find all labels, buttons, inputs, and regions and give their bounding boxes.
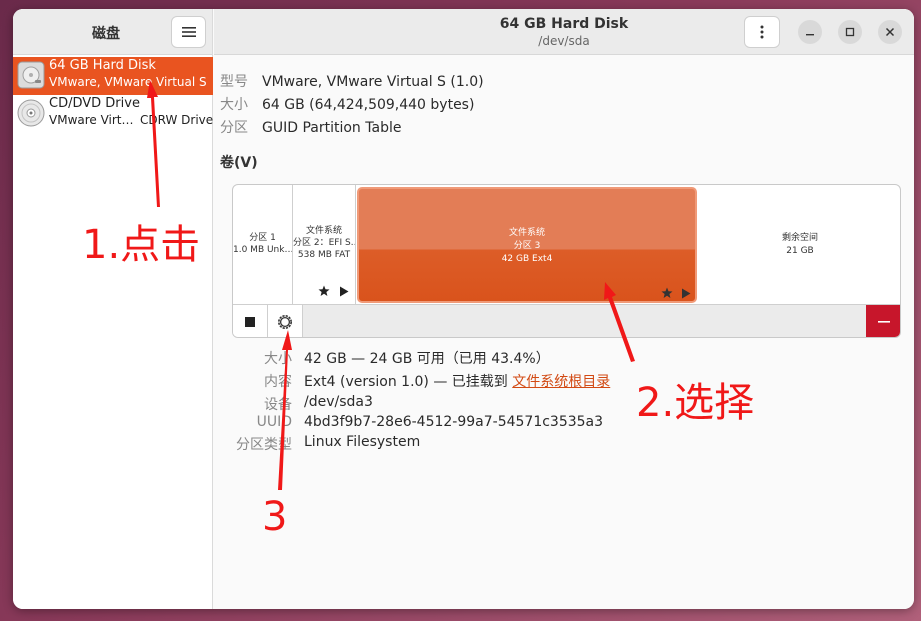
sidebar-header: 磁盘 xyxy=(13,9,212,55)
detail-size-label: 大小 xyxy=(264,351,292,367)
free-space[interactable]: 剩余空间 21 GB xyxy=(698,185,900,304)
gear-icon xyxy=(278,315,292,329)
partition-1[interactable]: 分区 1 1.0 MB Unk… xyxy=(233,185,293,304)
annotation-step-3: 3 xyxy=(262,494,288,540)
hard-disk-icon xyxy=(17,61,45,89)
minimize-button[interactable] xyxy=(798,20,822,44)
volumes-map: 分区 1 1.0 MB Unk… 文件系统 分区 2：EFI S… 538 MB… xyxy=(232,184,901,338)
detail-partition-type-value: Linux Filesystem xyxy=(304,434,421,450)
partition-size: 538 MB FAT xyxy=(297,250,351,260)
partition-size: 42 GB Ext4 xyxy=(501,254,553,264)
drive-name: 64 GB Hard Disk xyxy=(49,58,156,73)
partition-label: 分区 3 xyxy=(513,241,541,251)
detail-size-value: 42 GB — 24 GB 可用（已用 43.4%） xyxy=(304,351,550,367)
play-icon xyxy=(340,286,349,297)
hamburger-menu-button[interactable] xyxy=(171,16,206,48)
free-space-size: 21 GB xyxy=(786,246,814,256)
maximize-icon xyxy=(845,27,855,37)
unmount-button[interactable] xyxy=(233,305,268,337)
size-row: 大小 64 GB (64,424,509,440 bytes) xyxy=(220,94,474,114)
vertical-dots-icon xyxy=(760,25,764,39)
detail-device-value: /dev/sda3 xyxy=(304,394,373,410)
hamburger-icon xyxy=(181,27,196,37)
detail-content-value: Ext4 (version 1.0) — 已挂载到 xyxy=(304,374,513,390)
partition-type: 文件系统 xyxy=(305,226,342,236)
detail-content-label: 内容 xyxy=(264,374,292,390)
partitioning-row: 分区 GUID Partition Table xyxy=(220,117,401,137)
stop-icon xyxy=(245,317,255,327)
partitioning-value: GUID Partition Table xyxy=(262,120,402,136)
annotation-step-1: 1.点击 xyxy=(82,222,201,268)
drive-subtitle: VMware, VMware Virtual S xyxy=(49,75,207,89)
star-icon xyxy=(661,287,673,298)
size-value: 64 GB (64,424,509,440 bytes) xyxy=(262,97,475,113)
drive-subtitle: VMware Virt… xyxy=(49,113,134,127)
mount-point-link[interactable]: 文件系统根目录 xyxy=(512,374,610,390)
delete-partition-button[interactable] xyxy=(866,305,900,337)
size-label: 大小 xyxy=(220,97,248,113)
partition-label: 分区 1 xyxy=(249,233,276,243)
free-space-label: 剩余空间 xyxy=(781,233,818,243)
disks-window: 磁盘 64 GB Hard Disk VMware, VMware Virtua… xyxy=(13,9,914,609)
model-value: VMware, VMware Virtual S (1.0) xyxy=(262,74,484,90)
sidebar-title: 磁盘 xyxy=(92,26,120,42)
drive-name: CD/DVD Drive xyxy=(49,96,140,111)
model-row: 型号 VMware, VMware Virtual S (1.0) xyxy=(220,71,484,91)
partition-3-selected[interactable]: 文件系统 分区 3 42 GB Ext4 xyxy=(357,187,697,303)
volume-toolbar xyxy=(233,304,900,337)
close-icon xyxy=(885,27,895,37)
annotation-step-2: 2.选择 xyxy=(636,380,755,426)
optical-disc-icon xyxy=(17,99,45,127)
drive-type: CDRW Drive xyxy=(140,113,214,127)
main-panel: 64 GB Hard Disk /dev/sda 型号 VMware, VMwar… xyxy=(214,9,914,609)
volumes-title: 卷(V) xyxy=(220,155,258,171)
header-bar: 64 GB Hard Disk /dev/sda xyxy=(214,9,914,55)
play-icon xyxy=(682,288,691,299)
close-button[interactable] xyxy=(878,20,902,44)
minus-icon xyxy=(878,321,890,323)
partition-type: 文件系统 xyxy=(508,228,545,238)
detail-device-label: 设备 xyxy=(264,397,292,413)
detail-uuid-value: 4bd3f9b7-28e6-4512-99a7-54571c3535a3 xyxy=(304,414,604,430)
partition-2[interactable]: 文件系统 分区 2：EFI S… 538 MB FAT xyxy=(293,185,356,304)
detail-uuid-label: UUID xyxy=(256,414,292,430)
drive-item-hard-disk[interactable]: 64 GB Hard Disk VMware, VMware Virtual S xyxy=(13,57,213,95)
drive-options-button[interactable] xyxy=(744,16,780,48)
drive-item-cd-dvd[interactable]: CD/DVD Drive VMware Virt… CDRW Drive xyxy=(13,95,213,133)
maximize-button[interactable] xyxy=(838,20,862,44)
partition-size: 1.0 MB Unk… xyxy=(233,245,292,255)
partition-label: 分区 2：EFI S… xyxy=(293,238,355,248)
star-icon xyxy=(318,285,330,296)
minimize-icon xyxy=(806,34,814,36)
partitioning-label: 分区 xyxy=(220,120,248,136)
model-label: 型号 xyxy=(220,74,248,90)
detail-partition-type-label: 分区类型 xyxy=(236,437,292,453)
partition-settings-button[interactable] xyxy=(268,305,303,337)
sidebar: 磁盘 64 GB Hard Disk VMware, VMware Virtua… xyxy=(13,9,213,609)
